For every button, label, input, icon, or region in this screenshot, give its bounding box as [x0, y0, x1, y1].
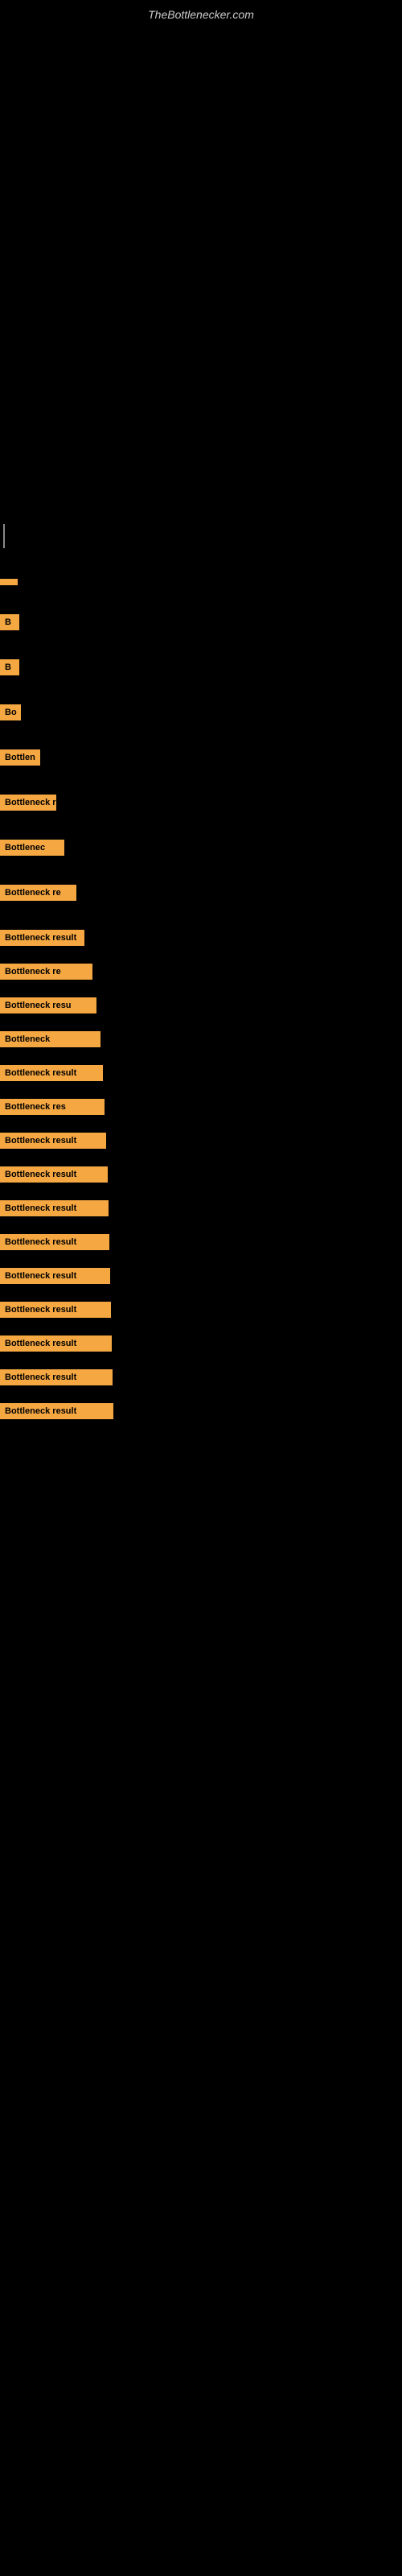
list-item: Bottleneck result: [0, 1302, 402, 1318]
bottleneck-result-bar: [0, 579, 18, 585]
bottleneck-result-bar: Bottleneck result: [0, 1133, 106, 1149]
bottleneck-result-bar: Bottleneck result: [0, 1335, 112, 1352]
bottleneck-result-bar: Bottleneck re: [0, 964, 92, 980]
bottleneck-result-bar: Bottleneck result: [0, 1268, 110, 1284]
bottleneck-result-bar: Bottleneck re: [0, 885, 76, 901]
bottleneck-result-bar: Bottleneck r: [0, 795, 56, 811]
list-item: Bottleneck result: [0, 930, 402, 946]
bottleneck-result-bar: Bottlenec: [0, 840, 64, 856]
list-item: Bottleneck res: [0, 1099, 402, 1115]
list-item: Bottleneck result: [0, 1065, 402, 1081]
list-item: Bottleneck result: [0, 1268, 402, 1284]
results-container: B B Bo Bottlen Bottleneck r Bottlenec Bottlene…: [0, 556, 402, 1447]
bottleneck-result-bar: Bottleneck result: [0, 930, 84, 946]
site-title: TheBottlenecker.com: [0, 0, 402, 25]
list-item: Bottleneck result: [0, 1200, 402, 1216]
list-item: Bottleneck result: [0, 1335, 402, 1352]
list-item: Bottleneck: [0, 1031, 402, 1047]
bottleneck-result-bar: Bo: [0, 704, 21, 720]
list-item: Bottlen: [0, 749, 402, 766]
bottleneck-result-bar: Bottleneck res: [0, 1099, 105, 1115]
bottleneck-result-bar: Bottleneck result: [0, 1403, 113, 1419]
list-item: Bottleneck re: [0, 964, 402, 980]
list-item: B: [0, 659, 402, 675]
bottleneck-result-bar: Bottleneck resu: [0, 997, 96, 1013]
bottleneck-result-bar: Bottlen: [0, 749, 40, 766]
bottleneck-result-bar: Bottleneck result: [0, 1200, 109, 1216]
list-item: Bottleneck resu: [0, 997, 402, 1013]
bottleneck-result-bar: Bottleneck result: [0, 1065, 103, 1081]
list-item: Bo: [0, 704, 402, 720]
bottleneck-result-bar: B: [0, 614, 19, 630]
list-item: Bottlenec: [0, 840, 402, 856]
bottleneck-result-bar: Bottleneck result: [0, 1302, 111, 1318]
list-item: Bottleneck result: [0, 1234, 402, 1250]
bottleneck-result-bar: Bottleneck result: [0, 1234, 109, 1250]
list-item: Bottleneck result: [0, 1166, 402, 1183]
bottleneck-result-bar: Bottleneck: [0, 1031, 100, 1047]
bottleneck-result-bar: B: [0, 659, 19, 675]
list-item: Bottleneck r: [0, 795, 402, 811]
list-item: Bottleneck result: [0, 1133, 402, 1149]
list-item: B: [0, 614, 402, 630]
list-item: Bottleneck result: [0, 1403, 402, 1419]
bottleneck-result-bar: Bottleneck result: [0, 1369, 113, 1385]
chart-area: [0, 25, 402, 508]
cursor-indicator: [3, 524, 5, 548]
list-item: Bottleneck result: [0, 1369, 402, 1385]
bottleneck-result-bar: Bottleneck result: [0, 1166, 108, 1183]
list-item: Bottleneck re: [0, 885, 402, 901]
list-item: [0, 579, 402, 585]
